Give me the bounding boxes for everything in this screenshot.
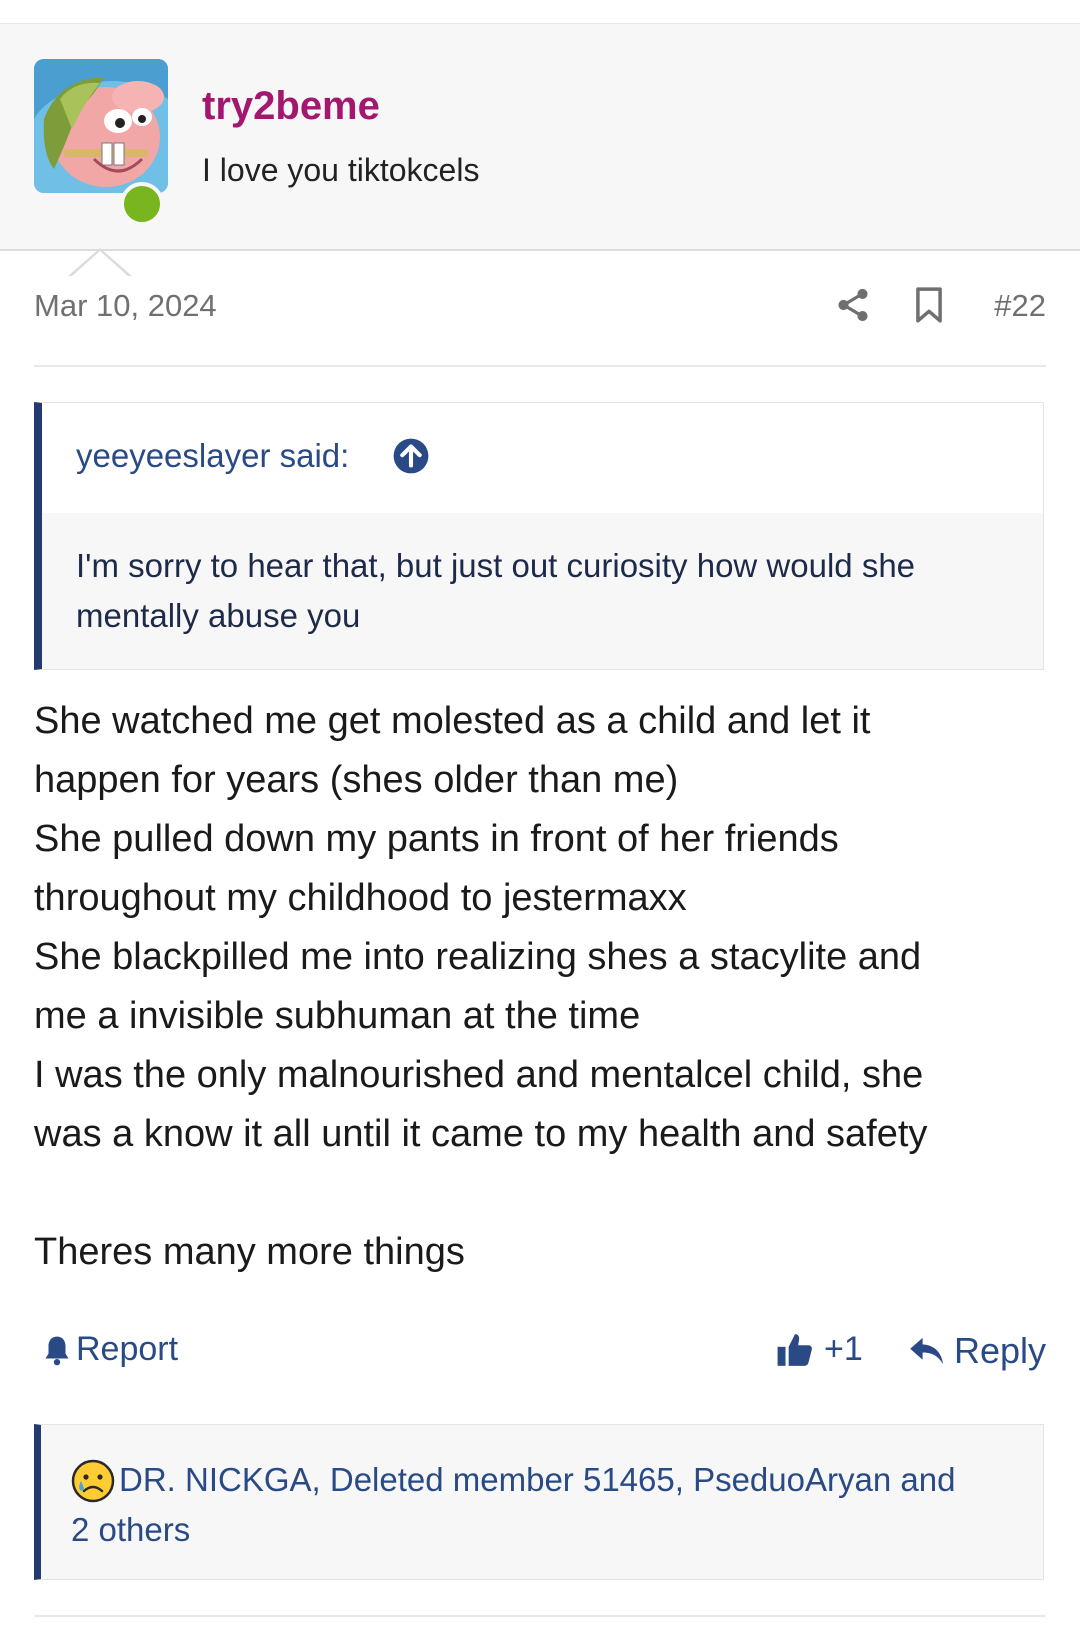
reactions-summary[interactable]: DR. NICKGA, Deleted member 51465, Pseduo…	[34, 1424, 1044, 1580]
online-status-indicator	[120, 182, 164, 226]
reply-label: Reply	[953, 1330, 1046, 1371]
username[interactable]: try2beme	[202, 84, 380, 129]
bookmark-icon[interactable]	[912, 286, 946, 324]
reactions-text: DR. NICKGA, Deleted member 51465, Pseduo…	[71, 1461, 956, 1548]
quote-author[interactable]: yeeyeeslayer said:	[76, 437, 349, 475]
reply-button[interactable]: Reply	[908, 1330, 1046, 1372]
post-body-line: happen for years (shes older than me)	[34, 759, 679, 801]
post-date[interactable]: Mar 10, 2024	[34, 288, 217, 324]
go-to-quote-icon[interactable]	[392, 437, 430, 475]
post-body-line: I was the only malnourished and mentalce…	[34, 1054, 924, 1096]
post-body-line: She pulled down my pants in front of her…	[34, 818, 839, 860]
reply-icon	[910, 1337, 944, 1365]
post-body-line: She watched me get molested as a child a…	[34, 700, 871, 742]
post-body-line: was a know it all until it came to my he…	[34, 1113, 928, 1155]
post-meta: Mar 10, 2024 #22	[34, 286, 1046, 326]
post-user-header: try2beme I love you tiktokcels	[0, 24, 1080, 277]
user-title: I love you tiktokcels	[202, 152, 480, 188]
post-number[interactable]: #22	[994, 288, 1046, 324]
post-actions: Report +1 Reply	[34, 1330, 1046, 1380]
post-body-line: throughout my childhood to jestermaxx	[34, 877, 687, 919]
report-label: Report	[76, 1330, 179, 1368]
quote-text: I'm sorry to hear that, but just out cur…	[42, 513, 1043, 669]
bell-icon	[45, 1336, 69, 1365]
post-body-line	[34, 1164, 1046, 1223]
like-count: +1	[824, 1330, 863, 1368]
quote-block: yeeyeeslayer said: I'm sorry to hear tha…	[34, 402, 1044, 670]
sad-face-icon	[71, 1459, 115, 1503]
share-icon[interactable]	[834, 286, 872, 324]
avatar-image	[34, 59, 168, 193]
post-body-line: Theres many more things	[34, 1231, 465, 1273]
post-body-line: me a invisible subhuman at the time	[34, 995, 641, 1037]
post-body-line: She blackpilled me into realizing shes a…	[34, 936, 922, 978]
avatar[interactable]	[34, 59, 168, 193]
meta-divider	[34, 365, 1046, 367]
like-button[interactable]: +1	[776, 1330, 863, 1369]
bottom-divider	[34, 1615, 1046, 1617]
report-button[interactable]: Report	[42, 1330, 178, 1369]
thumbs-up-icon	[777, 1333, 812, 1366]
quote-header: yeeyeeslayer said:	[42, 403, 1043, 513]
post-body: She watched me get molested as a child a…	[34, 692, 1046, 1282]
